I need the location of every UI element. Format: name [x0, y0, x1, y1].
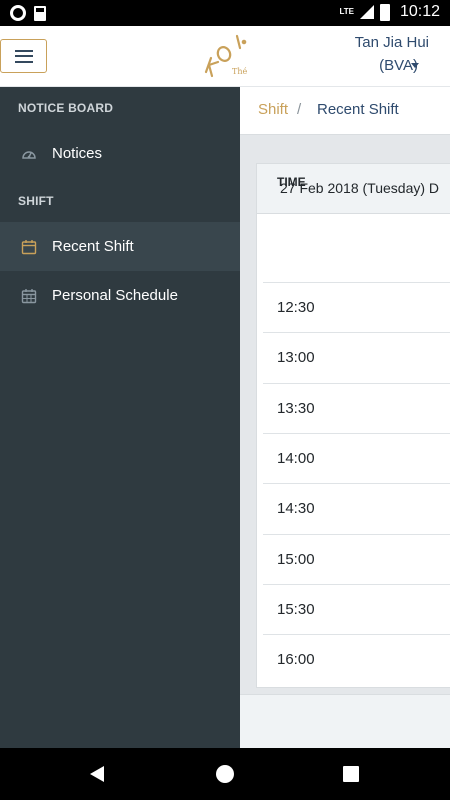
sidebar-section-shift: SHIFT [18, 194, 54, 208]
breadcrumb-link-shift[interactable]: Shift [258, 101, 288, 118]
sidebar-item-recent-shift[interactable]: Recent Shift [0, 222, 240, 271]
table-cell-time: 12:30 [277, 299, 315, 316]
breadcrumb-separator: / [297, 101, 302, 118]
main-content: Shift / Recent Shift 27 Feb 2018 (Tuesda… [240, 87, 450, 748]
table-row: 15:00 [263, 534, 450, 584]
status-bar: LTE 10:12 [0, 0, 450, 26]
table-row: 12:30 [263, 282, 450, 332]
table-row: 16:00 [263, 634, 450, 684]
sidebar-item-label: Notices [52, 145, 103, 162]
home-icon[interactable] [216, 765, 234, 783]
signal-icon [359, 5, 374, 19]
card-header: 27 Feb 2018 (Tuesday) D [257, 164, 450, 214]
system-nav-bar [0, 748, 450, 800]
sidebar-item-notices[interactable]: Notices [0, 129, 240, 178]
sidebar-item-label: Recent Shift [52, 238, 134, 255]
clock: 10:12 [399, 3, 440, 20]
table-cell-time: 13:00 [277, 349, 315, 366]
recent-apps-icon[interactable] [343, 766, 359, 782]
table-header-time: TIME [277, 175, 306, 189]
table-cell-time: 14:30 [277, 500, 315, 517]
table-row: 13:30 [263, 383, 450, 433]
table-row: 14:00 [263, 433, 450, 483]
logo-subtext: Thé [232, 67, 248, 76]
sidebar: NOTICE BOARD Notices SHIFT Recent Shift [0, 87, 240, 748]
table-row: 13:00 [263, 332, 450, 382]
chevron-down-icon[interactable] [411, 63, 419, 68]
content-footer [240, 694, 450, 748]
table-row: 15:30 [263, 584, 450, 634]
table-cell-time: 16:00 [277, 651, 315, 668]
sidebar-item-personal-schedule[interactable]: Personal Schedule [0, 271, 240, 320]
sd-card-icon [34, 5, 46, 21]
table-cell-time: 15:30 [277, 601, 315, 618]
menu-toggle-button[interactable] [0, 39, 47, 73]
user-name[interactable]: Tan Jia Hui [355, 34, 429, 51]
network-type: LTE [339, 7, 354, 16]
breadcrumb: Shift / Recent Shift [240, 87, 450, 135]
battery-icon [379, 3, 390, 21]
sidebar-section-notice-board: NOTICE BOARD [18, 101, 114, 115]
calendar-grid-icon [21, 288, 37, 303]
notification-icon [10, 5, 26, 21]
table-cell-time: 13:30 [277, 400, 315, 417]
speedometer-icon [22, 150, 36, 159]
breadcrumb-current: Recent Shift [317, 101, 399, 118]
table-row: 14:30 [263, 483, 450, 533]
table-cell-time: 14:00 [277, 450, 315, 467]
hamburger-icon [14, 49, 33, 63]
sidebar-item-label: Personal Schedule [52, 287, 178, 304]
calendar-icon [21, 239, 37, 254]
app-header: Thé Tan Jia Hui (BVA) [0, 26, 450, 87]
back-icon[interactable] [90, 766, 104, 782]
table-cell-time: 15:00 [277, 551, 315, 568]
